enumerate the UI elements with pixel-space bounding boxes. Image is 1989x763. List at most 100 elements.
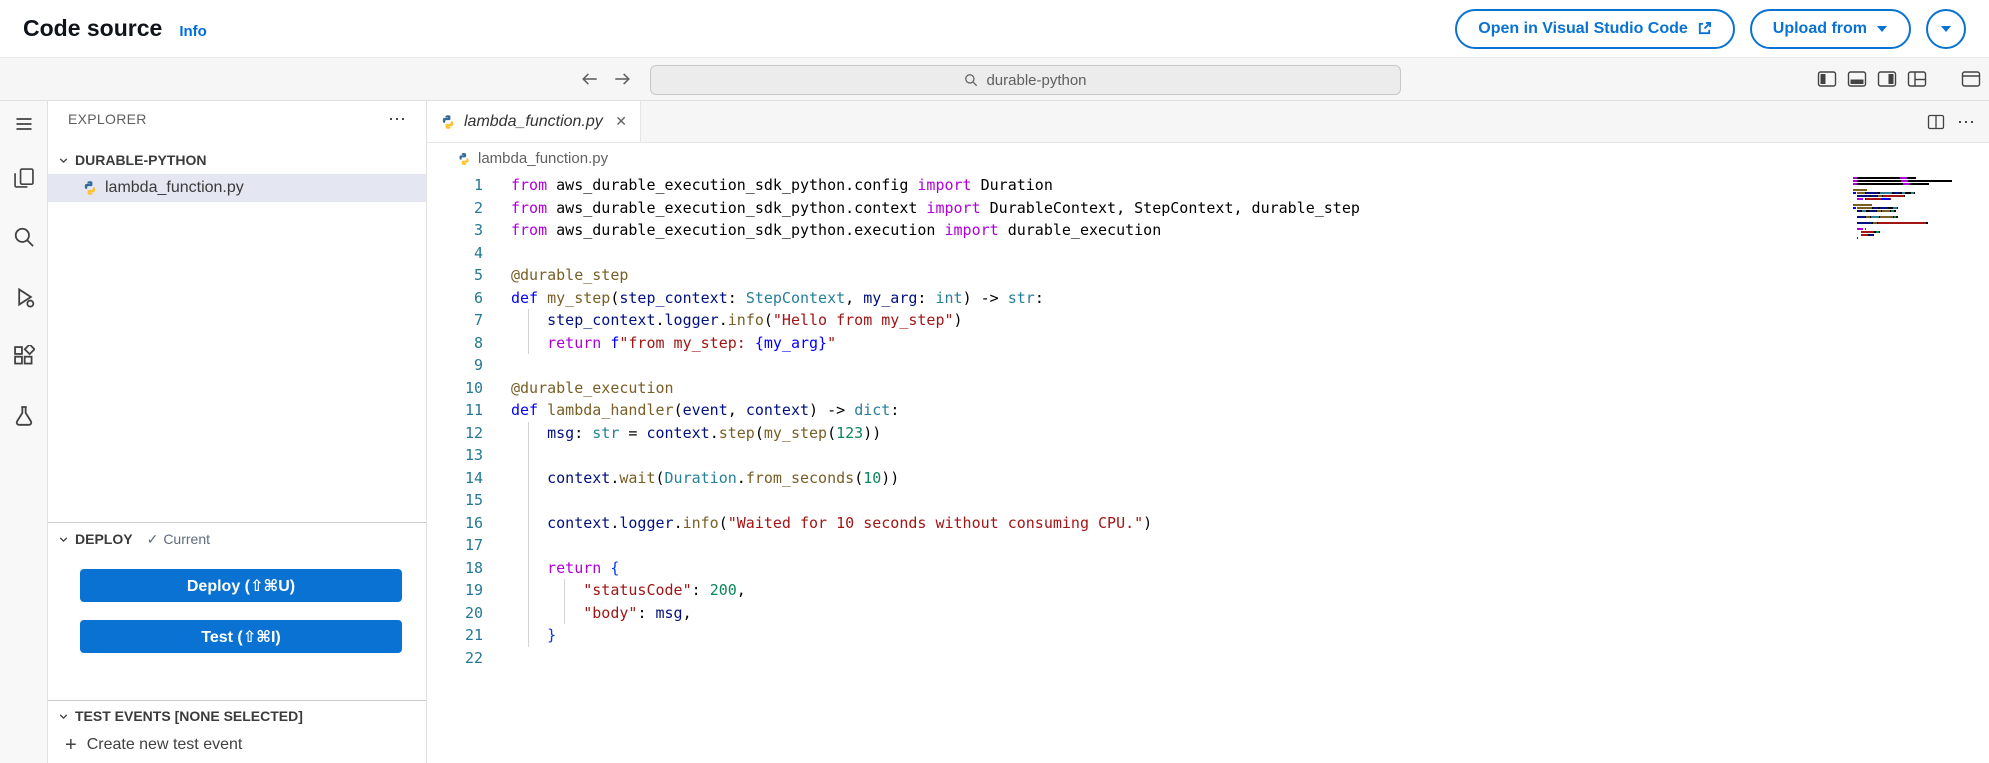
deploy-section-header[interactable]: DEPLOY ✓ Current	[48, 525, 426, 553]
toggle-panel-icon[interactable]	[1847, 70, 1867, 88]
info-link[interactable]: Info	[179, 23, 207, 40]
code-line[interactable]: @durable_step	[511, 264, 1839, 287]
code-line[interactable]: msg: str = context.step(my_step(123))	[511, 422, 1839, 445]
code-line[interactable]: }	[511, 624, 1839, 647]
search-value: durable-python	[986, 71, 1087, 89]
code-line[interactable]: return {	[511, 557, 1839, 580]
line-number: 5	[473, 266, 483, 284]
create-test-event-button[interactable]: + Create new test event	[48, 731, 426, 759]
code-line[interactable]: step_context.logger.info("Hello from my_…	[511, 309, 1839, 332]
line-number: 3	[473, 221, 483, 239]
tab-lambda-function[interactable]: lambda_function.py ✕	[427, 101, 641, 142]
tab-bar: lambda_function.py ✕ ⋯	[427, 101, 1989, 143]
explorer-title: EXPLORER	[68, 111, 147, 127]
sidebar-header: EXPLORER ⋯	[48, 101, 426, 137]
line-number: 4	[473, 243, 483, 262]
code-line[interactable]: from aws_durable_execution_sdk_python.co…	[511, 197, 1839, 220]
line-number: 14	[464, 468, 483, 487]
navigate-back-icon[interactable]	[581, 70, 599, 88]
navigate-forward-icon[interactable]	[613, 70, 631, 88]
test-events-section-header[interactable]: TEST EVENTS [NONE SELECTED]	[48, 702, 426, 730]
code-line[interactable]: context.logger.info("Waited for 10 secon…	[511, 512, 1839, 535]
minimap-content	[1853, 177, 1959, 243]
upload-from-button[interactable]: Upload from	[1749, 8, 1911, 49]
toggle-sidebar-icon[interactable]	[1817, 70, 1837, 88]
main-area: EXPLORER ⋯ DURABLE-PYTHON lambda_functio…	[0, 101, 1989, 763]
line-number: 12	[464, 423, 483, 442]
breadcrumb-file: lambda_function.py	[478, 150, 609, 167]
explorer-files-icon[interactable]	[10, 164, 38, 192]
python-file-icon	[440, 114, 456, 130]
extensions-icon[interactable]	[10, 342, 38, 370]
explorer-more-icon[interactable]: ⋯	[388, 110, 406, 128]
code-line[interactable]: context.wait(Duration.from_seconds(10))	[511, 467, 1839, 490]
external-link-icon	[1697, 21, 1712, 36]
run-debug-icon[interactable]	[10, 283, 38, 311]
line-number: 19	[464, 581, 483, 599]
line-number: 18	[464, 558, 483, 577]
line-number: 11	[464, 401, 483, 419]
code-line[interactable]: def lambda_handler(event, context) -> di…	[511, 399, 1839, 422]
activity-bar	[0, 101, 48, 763]
line-number: 2	[473, 198, 483, 217]
minimap[interactable]	[1853, 177, 1959, 243]
code-line[interactable]: def my_step(step_context: StepContext, m…	[511, 287, 1839, 310]
explorer-sidebar: EXPLORER ⋯ DURABLE-PYTHON lambda_functio…	[48, 101, 427, 763]
code-line[interactable]	[511, 647, 1839, 670]
code-line[interactable]: @durable_execution	[511, 377, 1839, 400]
split-editor-icon[interactable]	[1927, 114, 1945, 130]
code-line[interactable]: return f"from my_step: {my_arg}"	[511, 332, 1839, 355]
code-line[interactable]: from aws_durable_execution_sdk_python.ex…	[511, 219, 1839, 242]
code-line[interactable]	[511, 534, 1839, 557]
deploy-section-label: DEPLOY	[75, 531, 133, 547]
plus-icon: +	[65, 734, 77, 756]
page-title: Code source	[23, 15, 163, 41]
code-line[interactable]	[511, 444, 1839, 467]
line-number: 22	[464, 648, 483, 667]
code-line[interactable]	[511, 354, 1839, 377]
line-number: 1	[473, 176, 483, 194]
sidebar-divider	[48, 522, 426, 523]
code-line[interactable]	[511, 489, 1839, 512]
breadcrumb[interactable]: lambda_function.py	[427, 143, 1989, 174]
toggle-secondary-sidebar-icon[interactable]	[1877, 70, 1897, 88]
search-icon	[964, 73, 978, 87]
window-layout-icon[interactable]	[1961, 70, 1981, 88]
open-in-vscode-label: Open in Visual Studio Code	[1478, 19, 1688, 37]
open-in-vscode-button[interactable]: Open in Visual Studio Code	[1455, 8, 1735, 49]
create-test-event-label: Create new test event	[86, 736, 243, 753]
editor-toolbar: durable-python	[0, 57, 1989, 101]
line-number: 9	[473, 356, 483, 374]
search-input[interactable]: durable-python	[650, 65, 1401, 95]
check-icon: ✓	[146, 530, 159, 547]
editor-pane: lambda_function.py ✕ ⋯ lambda_function.p…	[427, 101, 1989, 763]
code-lines[interactable]: from aws_durable_execution_sdk_python.co…	[511, 174, 1839, 669]
deploy-button[interactable]: Deploy (⇧⌘U)	[80, 569, 402, 602]
aws-toolkit-icon[interactable]	[10, 402, 38, 430]
tree-section-header[interactable]: DURABLE-PYTHON	[48, 146, 426, 174]
close-icon[interactable]: ✕	[615, 113, 627, 130]
code-line[interactable]	[511, 242, 1839, 265]
caret-down-icon	[1876, 25, 1888, 33]
code-line[interactable]: "body": msg,	[511, 602, 1839, 625]
aws-header: Code source Info Open in Visual Studio C…	[0, 0, 1989, 57]
chevron-down-icon	[57, 154, 70, 167]
chevron-down-icon	[57, 533, 70, 546]
code-line[interactable]: "statusCode": 200,	[511, 579, 1839, 602]
file-item-lambda-function[interactable]: lambda_function.py	[48, 174, 426, 202]
code-editor[interactable]: 1 2 3 4 5 6 7 8 9 10 11 12 13 14 15 16 17 18 19 20 21 22 from…	[427, 174, 1989, 763]
more-actions-menu-button[interactable]	[1926, 8, 1966, 49]
tab-label: lambda_function.py	[464, 112, 603, 130]
line-number: 17	[464, 536, 483, 554]
customize-layout-icon[interactable]	[1907, 70, 1927, 88]
code-line[interactable]: from aws_durable_execution_sdk_python.co…	[511, 174, 1839, 197]
test-button[interactable]: Test (⇧⌘I)	[80, 620, 402, 653]
search-sidebar-icon[interactable]	[10, 223, 38, 251]
file-name: lambda_function.py	[105, 179, 244, 196]
deploy-status-text: Current	[163, 531, 210, 547]
line-number: 21	[464, 626, 483, 644]
editor-more-icon[interactable]: ⋯	[1957, 113, 1975, 131]
title-group: Code source Info	[23, 15, 207, 42]
menu-icon[interactable]	[10, 110, 38, 138]
line-numbers: 1 2 3 4 5 6 7 8 9 10 11 12 13 14 15 16 17 18 19 20 21 22	[427, 174, 483, 669]
